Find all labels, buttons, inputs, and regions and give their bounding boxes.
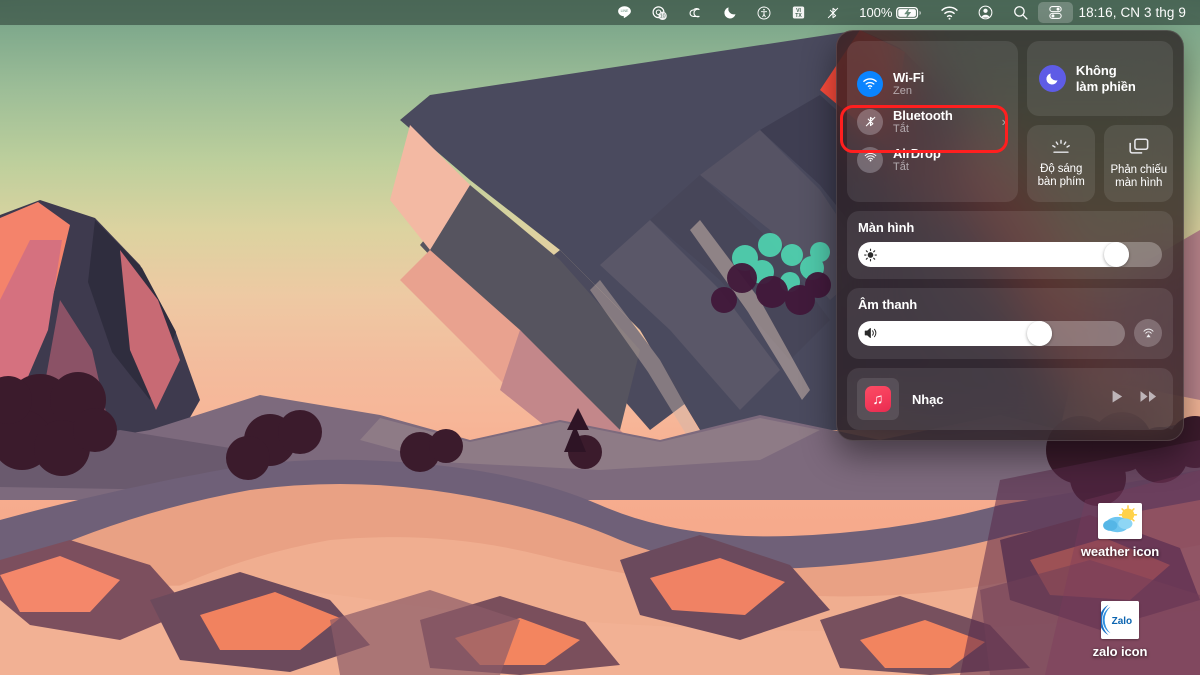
wifi-toggle-row[interactable]: Wi-Fi Zen (847, 65, 1018, 103)
volume-slider[interactable] (858, 320, 1125, 346)
airdrop-text: AirDrop Tắt (893, 146, 1008, 174)
sm-line2: màn hình (1115, 177, 1163, 189)
battery-percent-label: 100% (859, 5, 893, 20)
menu-bar-status-items: LINE 10 VI TX 100% 18:16, CN 3 thg 9 (607, 2, 1200, 24)
svg-text:LINE: LINE (621, 9, 629, 13)
album-art-placeholder: ♫ (857, 378, 899, 420)
now-playing-title: Nhạc (912, 391, 944, 407)
play-button[interactable] (1108, 388, 1125, 410)
wifi-title: Wi-Fi (893, 69, 925, 85)
desktop-icon-weather[interactable]: weather icon (1060, 503, 1180, 559)
account-icon[interactable] (968, 2, 1003, 24)
airdrop-toggle-row[interactable]: AirDrop Tắt (847, 141, 1018, 179)
input-source-vitx-icon[interactable]: VI TX (781, 2, 816, 24)
bluetooth-title: Bluetooth (893, 107, 953, 123)
next-track-button[interactable] (1139, 388, 1159, 410)
speaker-icon (863, 326, 879, 340)
bluetooth-toggle-row[interactable]: Bluetooth Tắt › (847, 103, 1018, 141)
screen-mirroring-icon (1129, 138, 1149, 154)
keyboard-brightness-icon (1052, 139, 1071, 153)
volume-slider-fill (858, 320, 1053, 346)
display-slider-wrap (858, 242, 1162, 267)
do-not-disturb-label: Không làm phiền (1076, 63, 1136, 95)
display-brightness-slider[interactable] (858, 242, 1162, 267)
screen-mirroring-tile[interactable]: Phản chiếu màn hình (1104, 125, 1174, 202)
search-icon[interactable] (1003, 2, 1038, 24)
bluetooth-subtitle: Tắt (893, 122, 909, 135)
sm-line1: Phản chiếu (1110, 164, 1168, 176)
screen-mirroring-label: Phản chiếu màn hình (1110, 164, 1167, 190)
display-slider-knob[interactable] (1103, 242, 1129, 267)
bluetooth-off-icon (857, 108, 883, 135)
battery-charging-icon (896, 6, 922, 19)
display-slider-fill (858, 242, 1129, 267)
airdrop-icon (857, 146, 883, 173)
line-app-icon[interactable]: LINE (607, 2, 642, 24)
chevron-right-icon[interactable]: › (1002, 114, 1006, 129)
svg-text:Zalo: Zalo (1112, 616, 1133, 627)
do-not-disturb-moon-icon[interactable] (714, 2, 747, 24)
keyboard-brightness-tile[interactable]: Độ sáng bàn phím (1026, 125, 1096, 202)
sound-slider-wrap (858, 319, 1162, 347)
keyboard-brightness-label: Độ sáng bàn phím (1038, 163, 1085, 189)
kb-line1: Độ sáng (1040, 163, 1083, 175)
airdrop-subtitle: Tắt (893, 160, 909, 173)
bluetooth-text: Bluetooth Tắt (893, 108, 992, 136)
desktop-icon-weather-label: weather icon (1080, 544, 1160, 559)
control-center-top-section: Wi-Fi Zen Bluetooth Tắt › AirDrop Tắt Kh… (847, 41, 1174, 202)
desktop-icon-zalo[interactable]: Zalo zalo icon (1060, 601, 1180, 659)
wifi-subtitle: Zen (893, 84, 912, 97)
control-center-right-column: Không làm phiền Độ sáng bàn phím Phản ch… (1026, 41, 1174, 202)
wifi-text: Wi-Fi Zen (893, 70, 1008, 98)
desktop-icon-zalo-label: zalo icon (1092, 644, 1148, 659)
control-center-panel: Wi-Fi Zen Bluetooth Tắt › AirDrop Tắt Kh… (836, 30, 1184, 441)
volume-slider-knob[interactable] (1027, 320, 1053, 346)
audio-output-button[interactable] (1134, 319, 1162, 347)
wifi-icon[interactable] (931, 2, 968, 24)
screenshot-badge-icon[interactable]: 10 (642, 2, 678, 24)
kb-line2: bàn phím (1037, 176, 1085, 188)
weather-icon (1098, 503, 1142, 539)
sound-card: Âm thanh (847, 288, 1173, 359)
airdrop-title: AirDrop (893, 145, 941, 161)
sound-title: Âm thanh (858, 297, 918, 312)
music-app-icon: ♫ (865, 386, 891, 412)
accessibility-icon[interactable] (747, 2, 781, 24)
menu-bar: LINE 10 VI TX 100% 18:16, CN 3 thg 9 (0, 0, 1200, 25)
dnd-line2: làm phiền (1075, 78, 1136, 94)
zalo-icon: Zalo (1101, 601, 1139, 639)
dnd-line1: Không (1075, 62, 1117, 78)
control-center-tiles-row: Độ sáng bàn phím Phản chiếu màn hình (1026, 125, 1174, 202)
svg-text:TX: TX (795, 13, 802, 19)
battery-status[interactable]: 100% (850, 2, 931, 24)
bluetooth-off-icon[interactable] (816, 2, 850, 24)
brightness-sun-icon (863, 247, 878, 262)
wifi-icon (857, 70, 883, 97)
svg-text:10: 10 (660, 13, 666, 19)
now-playing-card: ♫ Nhạc (847, 368, 1173, 430)
display-title: Màn hình (858, 220, 915, 235)
menu-bar-clock[interactable]: 18:16, CN 3 thg 9 (1073, 5, 1192, 20)
moon-icon (1038, 65, 1066, 92)
adobe-creative-cloud-icon[interactable] (678, 2, 714, 24)
connectivity-card: Wi-Fi Zen Bluetooth Tắt › AirDrop Tắt (847, 41, 1018, 202)
do-not-disturb-tile[interactable]: Không làm phiền (1026, 41, 1173, 116)
media-controls (1108, 388, 1159, 410)
control-center-icon[interactable] (1038, 2, 1074, 23)
display-brightness-card: Màn hình (847, 211, 1173, 279)
